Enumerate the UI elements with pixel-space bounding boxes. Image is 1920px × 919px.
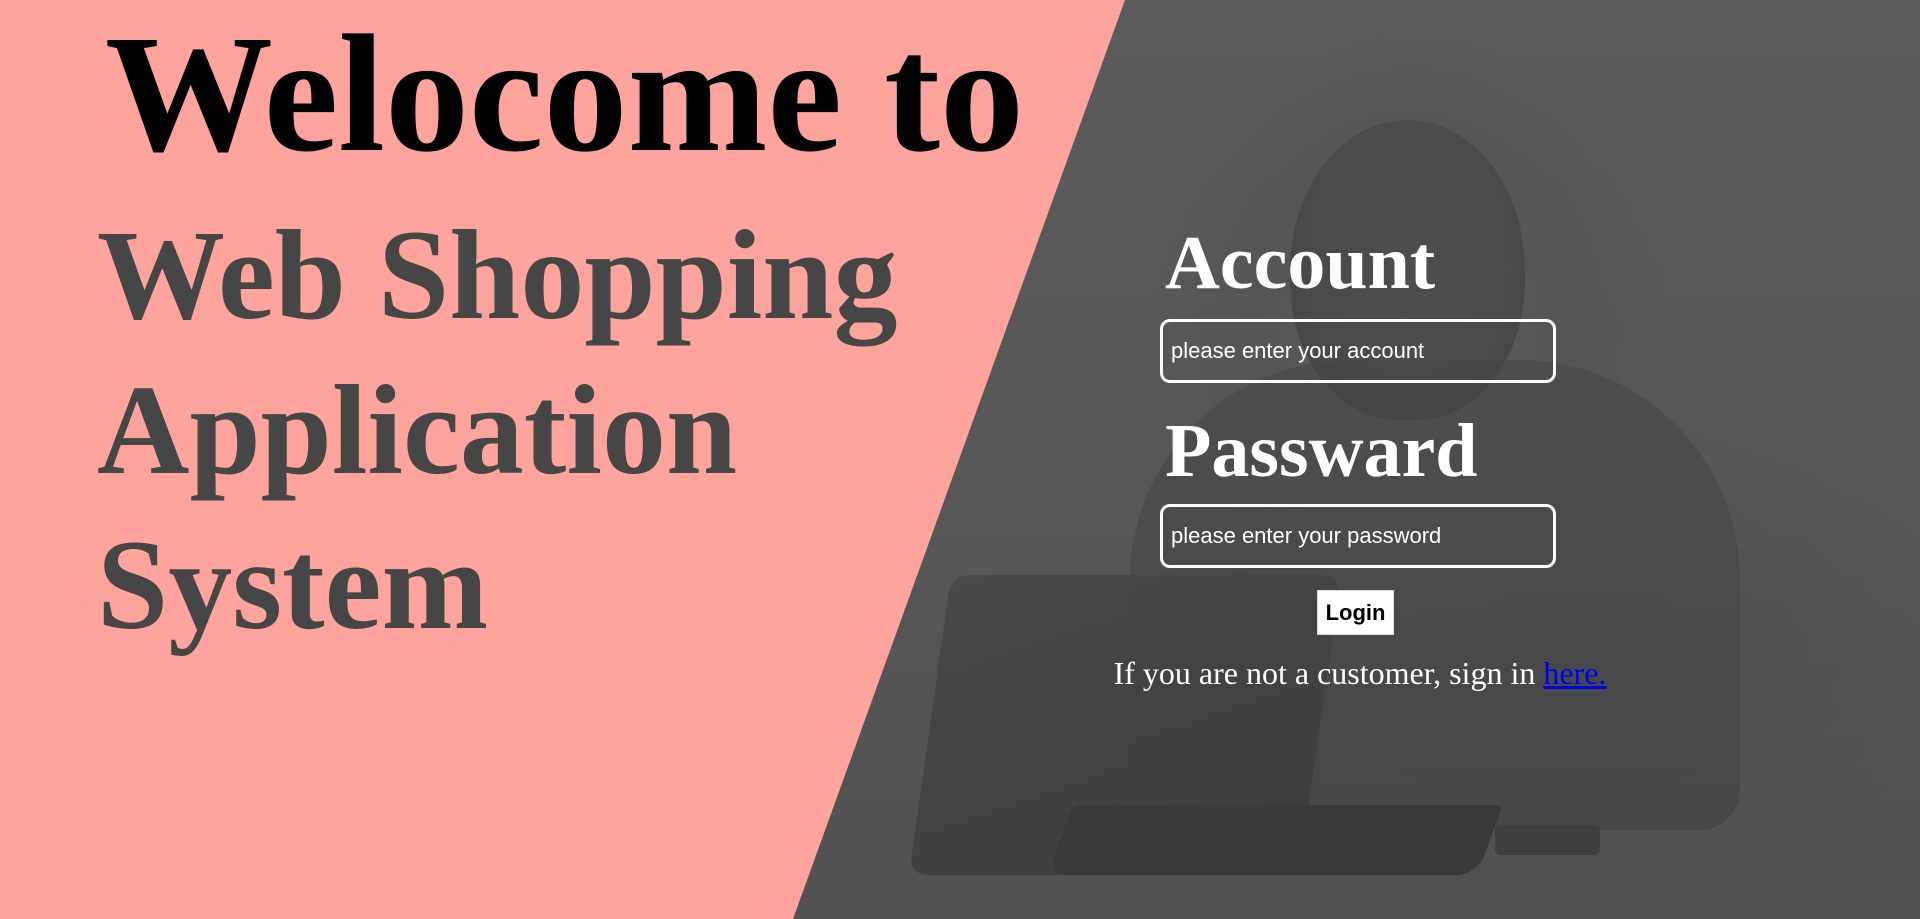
- password-input[interactable]: [1160, 504, 1556, 568]
- signup-text: If you are not a customer, sign in: [1113, 655, 1536, 691]
- password-label: Passward: [1165, 409, 1478, 493]
- signup-link[interactable]: here.: [1543, 655, 1606, 691]
- laptop-base-silhouette: [1047, 805, 1503, 875]
- login-page: Welocome to Web Shopping Application Sys…: [0, 0, 1920, 919]
- welcome-heading: Welocome to: [105, 1, 1024, 187]
- login-button[interactable]: Login: [1317, 590, 1394, 635]
- account-label: Account: [1165, 221, 1436, 305]
- desk-item-silhouette: [1495, 825, 1600, 855]
- system-title: Web Shopping Application System: [97, 204, 898, 656]
- account-input[interactable]: [1160, 319, 1556, 383]
- signup-prompt: If you are not a customer, sign in here.: [1090, 655, 1630, 692]
